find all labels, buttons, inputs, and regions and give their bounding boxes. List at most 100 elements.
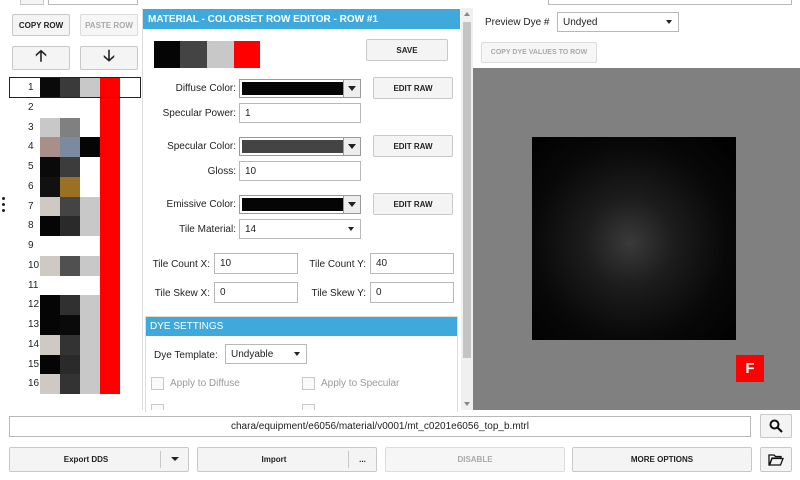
gloss-label: Gloss: [207,166,236,177]
diffuse-edit-raw-button[interactable]: EDIT RAW [373,77,453,99]
colorset-row[interactable]: 2 [0,97,142,118]
emissive-color-picker[interactable] [239,195,361,214]
row-number: 4 [28,141,34,153]
move-row-up-button[interactable]: 🡡 [12,46,70,70]
row-dye-swatch [100,334,120,355]
save-button[interactable]: SAVE [366,39,448,61]
diffuse-color-picker[interactable] [239,79,361,98]
colorset-row[interactable]: 3 [0,117,142,138]
row-diffuse-swatch [40,196,60,217]
texture-preview-image [532,137,736,340]
row-dye-swatch [100,216,120,237]
tile-skew-x-label: Tile Skew X: [154,288,210,299]
dye-option-checkbox-4[interactable] [302,404,315,410]
colorset-row[interactable]: 7 [0,196,142,217]
colorset-row[interactable]: 12 [0,295,142,316]
row-dye-swatch [100,157,120,177]
preview-diffuse-swatch [154,41,180,68]
preview-specular-swatch [180,41,207,68]
apply-to-specular-label: Apply to Specular [321,378,400,389]
search-button[interactable] [760,414,792,438]
disable-button[interactable]: DISABLE [385,447,565,472]
preview-dye-value: Undyed [563,16,598,28]
colorset-row[interactable]: 13 [0,315,142,335]
selected-row-outline [9,77,141,98]
apply-to-diffuse-checkbox[interactable] [151,377,164,390]
tile-count-y-input[interactable]: 40 [370,253,454,274]
import-browse-button[interactable]: ... [348,451,376,468]
dye-settings-header: DYE SETTINGS [146,317,457,336]
row-number: 13 [28,319,40,330]
row-number: 3 [28,121,34,133]
gloss-input[interactable]: 10 [239,161,361,181]
scrollbar-thumb[interactable] [463,22,471,358]
texture-preview-viewport[interactable]: F [473,68,800,410]
row-number: 15 [28,358,40,370]
open-folder-button[interactable] [760,447,792,472]
f-badge-icon[interactable]: F [736,355,764,382]
row-number: 7 [28,200,34,212]
emissive-edit-raw-button[interactable]: EDIT RAW [373,193,453,215]
row-specular-swatch [60,117,80,138]
colorset-row[interactable]: 15 [0,354,142,375]
material-path-field[interactable]: chara/equipment/e6056/material/v0001/mt_… [9,416,751,437]
apply-to-diffuse-label: Apply to Diffuse [170,378,240,389]
splitter-grip-icon[interactable] [2,197,6,213]
row-number: 10 [28,259,40,271]
colorset-row[interactable]: 4 [0,137,142,158]
more-options-button[interactable]: MORE OPTIONS [572,447,752,472]
apply-to-specular-checkbox[interactable] [302,377,315,390]
move-row-down-button[interactable]: 🡣 [80,46,138,70]
row-emissive-swatch [80,117,100,138]
row-diffuse-swatch [40,255,60,276]
row-emissive-swatch [80,196,100,217]
row-number: 6 [28,180,34,192]
specular-color-picker[interactable] [239,137,361,156]
emissive-color-swatch [242,198,343,211]
row-specular-swatch [60,315,80,335]
row-specular-swatch [60,196,80,217]
row-emissive-swatch [80,216,100,237]
copy-row-button[interactable]: COPY ROW [12,14,70,36]
colorset-row[interactable]: 8 [0,216,142,237]
top-right-partial-field[interactable] [548,0,792,5]
tile-count-x-input[interactable]: 10 [214,253,298,274]
export-dropdown-toggle[interactable] [160,451,188,468]
colorset-row[interactable]: 9 [0,236,142,256]
colorset-row[interactable]: 6 [0,176,142,197]
chevron-down-icon[interactable] [343,196,360,213]
specular-power-label: Specular Power: [162,108,236,119]
tile-material-select[interactable]: 14 [239,219,361,239]
colorset-row[interactable]: 10 [0,255,142,276]
row-emissive-swatch [80,315,100,335]
copy-dye-values-button[interactable]: COPY DYE VALUES TO ROW [481,42,597,63]
chevron-down-icon[interactable] [343,138,360,155]
paste-row-button[interactable]: PASTE ROW [80,14,138,36]
colorset-row[interactable]: 11 [0,275,142,296]
dye-option-checkbox-3[interactable] [151,404,164,410]
row-dye-swatch [100,354,120,375]
colorset-row[interactable]: 14 [0,334,142,355]
colorset-row[interactable]: 16 [0,374,142,395]
editor-scrollbar[interactable] [461,8,473,410]
tile-skew-x-input[interactable]: 0 [214,282,298,303]
row-dye-swatch [100,255,120,276]
chevron-down-icon[interactable] [343,80,360,97]
export-dds-button[interactable]: Export DDS [9,447,189,472]
dye-template-select[interactable]: Undyable [225,344,307,364]
top-left-partial-field[interactable] [48,0,138,5]
scroll-up-icon[interactable] [464,12,470,16]
row-specular-swatch [60,176,80,197]
preview-dye-select[interactable]: Undyed [557,12,679,32]
row-specular-swatch [60,255,80,276]
tile-skew-y-input[interactable]: 0 [370,282,454,303]
top-left-partial-button[interactable] [20,0,44,5]
colorset-row[interactable]: 5 [0,157,142,177]
specular-power-input[interactable]: 1 [239,103,361,123]
dye-template-label: Dye Template: [154,350,218,361]
scroll-down-icon[interactable] [464,402,470,406]
folder-open-icon [768,454,784,466]
import-button[interactable]: Import ... [197,447,377,472]
specular-edit-raw-button[interactable]: EDIT RAW [373,135,453,157]
diffuse-color-swatch [242,82,343,95]
